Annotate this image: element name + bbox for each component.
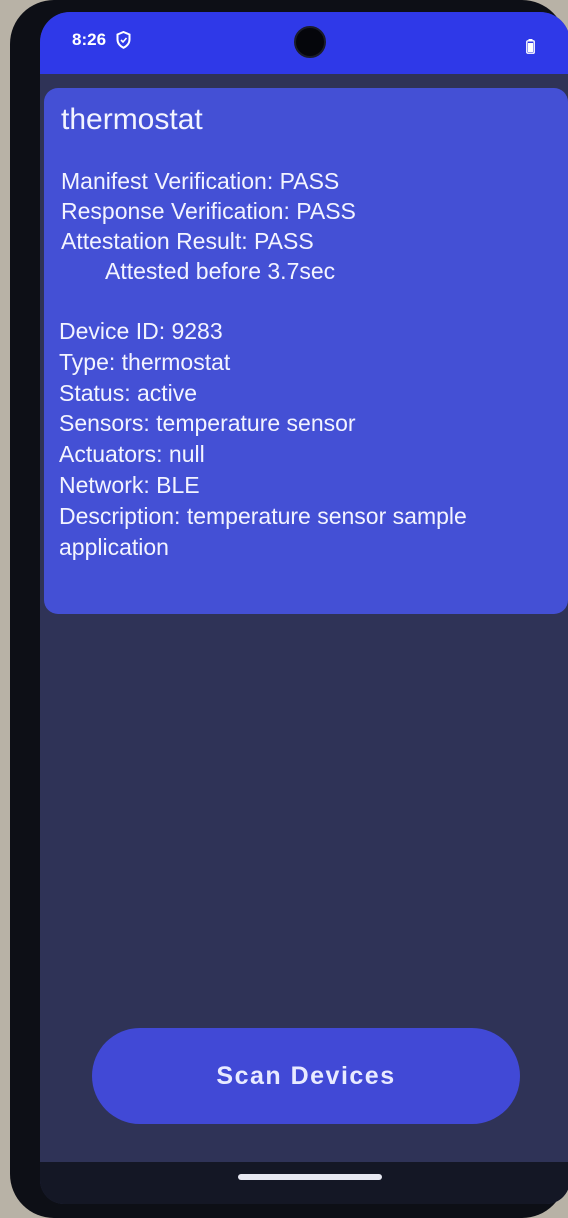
shield-icon	[116, 31, 131, 49]
response-verification: Response Verification: PASS	[61, 198, 356, 224]
manifest-verification: Manifest Verification: PASS	[61, 168, 340, 194]
status-time: 8:26	[72, 30, 107, 49]
device-status: Status: active	[59, 379, 198, 406]
camera-icon	[294, 26, 326, 58]
device-card: thermostat Manifest Verification: PASS R…	[44, 88, 568, 614]
device-actuators: Actuators: null	[59, 441, 205, 468]
device-sensors: Sensors: temperature sensor	[59, 410, 356, 437]
device-network: Network: BLE	[59, 471, 200, 498]
status-bar: 8:26	[40, 12, 568, 74]
navigation-bar	[40, 1162, 568, 1204]
device-description: Description: temperature sensor sample a…	[59, 502, 467, 560]
home-indicator[interactable]	[238, 1174, 382, 1180]
app-screen: 8:26 thermostat Manifest Verification: P…	[40, 12, 568, 1204]
verification-section: Manifest Verification: PASS Response Ver…	[61, 166, 356, 286]
phone-bezel: 8:26 thermostat Manifest Verification: P…	[10, 0, 568, 1218]
device-title: thermostat	[61, 103, 203, 136]
battery-icon	[526, 39, 535, 54]
device-type: Type: thermostat	[59, 348, 231, 375]
device-id: Device ID: 9283	[59, 318, 223, 344]
scan-devices-button[interactable]: Scan Devices	[92, 1028, 520, 1124]
device-details: Device ID: 9283 Type: thermostat Status:…	[59, 316, 549, 562]
attested-time: Attested before 3.7sec	[105, 258, 336, 284]
attestation-result: Attestation Result: PASS	[61, 228, 314, 254]
